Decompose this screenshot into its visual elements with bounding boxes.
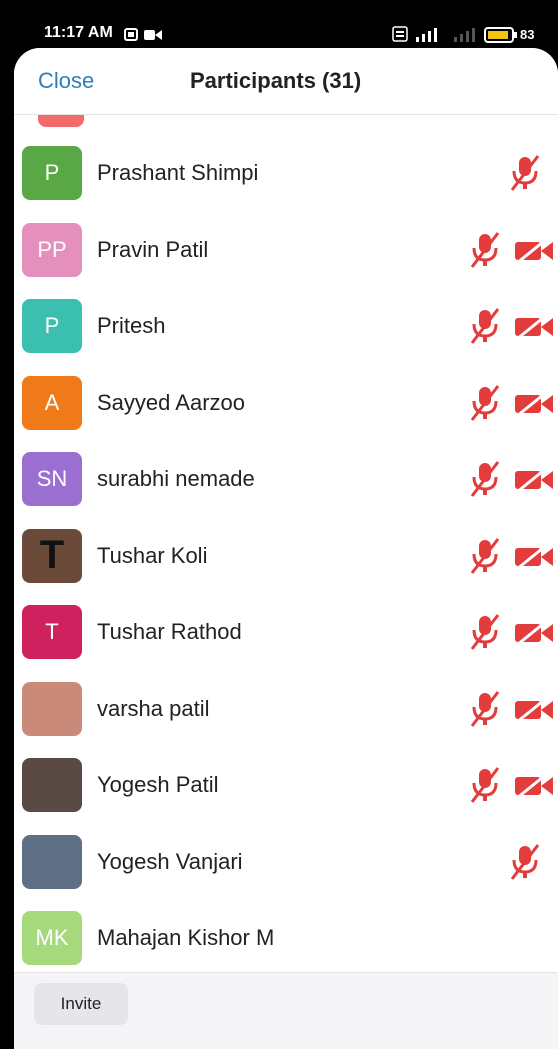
avatar: MK <box>22 911 82 965</box>
participant-name: Pravin Patil <box>97 236 209 262</box>
participant-row[interactable]: T Tushar Koli <box>14 515 558 591</box>
participant-name: Tushar Rathod <box>97 619 242 644</box>
page-title: Participants (31) <box>190 68 362 93</box>
video-off-icon <box>514 465 554 494</box>
avatar: A <box>22 375 82 430</box>
footer: Invite <box>14 972 558 1049</box>
video-off-icon <box>514 542 554 571</box>
video-recorder-icon <box>144 30 162 40</box>
invite-button[interactable]: Invite <box>34 983 128 1025</box>
muted-mic-icon <box>468 537 502 575</box>
avatar <box>22 681 82 736</box>
participant-list[interactable]: P Prashant Shimpi PP Pravin Patil P Pritesh A S… <box>14 115 558 1019</box>
status-time: 11:17 AM <box>44 24 113 41</box>
muted-mic-icon <box>468 766 502 804</box>
status-bar: 11:17 AM 83 <box>0 0 558 52</box>
participant-row[interactable]: varsha patil <box>14 668 558 744</box>
partial-avatar <box>38 115 84 127</box>
avatar: P <box>22 299 82 353</box>
avatar: PP <box>22 222 82 277</box>
avatar: T <box>22 528 82 583</box>
screen-cast-icon <box>124 28 138 41</box>
avatar: SN <box>22 452 82 506</box>
participant-name: Prashant Shimpi <box>97 160 259 185</box>
participant-name: surabhi nemade <box>97 466 255 491</box>
video-off-icon <box>514 618 554 647</box>
muted-mic-icon <box>468 460 502 498</box>
participant-row[interactable]: PP Pravin Patil <box>14 209 558 285</box>
signal-strength-icon <box>416 28 437 42</box>
video-off-icon <box>514 312 554 341</box>
participant-row[interactable]: SN surabhi nemade <box>14 438 558 514</box>
muted-mic-icon <box>468 307 502 345</box>
avatar: P <box>22 146 82 200</box>
muted-mic-icon <box>508 843 542 881</box>
avatar: T <box>22 605 82 659</box>
muted-mic-icon <box>468 384 502 422</box>
close-button[interactable]: Close <box>38 68 94 94</box>
muted-mic-icon <box>468 231 502 269</box>
muted-mic-icon <box>508 154 542 192</box>
participant-row[interactable]: P Prashant Shimpi <box>14 132 558 208</box>
video-off-icon <box>514 695 554 724</box>
participant-row[interactable]: A Sayyed Aarzoo <box>14 362 558 438</box>
participant-row[interactable]: MK Mahajan Kishor M <box>14 897 558 973</box>
participant-row[interactable]: P Pritesh <box>14 285 558 361</box>
avatar <box>22 758 82 812</box>
participants-sheet: Close Participants (31) P Prashant Shimpi… <box>14 48 558 1049</box>
participant-row[interactable]: Yogesh Vanjari <box>14 821 558 897</box>
screen: 11:17 AM 83 Close Participants (31) P Pr… <box>0 0 558 1049</box>
muted-mic-icon <box>468 690 502 728</box>
video-off-icon <box>514 389 554 418</box>
header: Close Participants (31) <box>14 48 558 115</box>
participant-name: Pritesh <box>97 313 166 338</box>
video-off-icon <box>514 236 554 265</box>
battery-level: 83 <box>520 27 535 42</box>
muted-mic-icon <box>468 613 502 651</box>
participant-row[interactable]: T Tushar Rathod <box>14 591 558 667</box>
participant-name: Yogesh Patil <box>97 772 219 797</box>
participant-name: Sayyed Aarzoo <box>97 389 245 415</box>
video-off-icon <box>514 771 554 800</box>
participant-row[interactable]: Yogesh Patil <box>14 744 558 820</box>
participant-name: Yogesh Vanjari <box>97 848 243 874</box>
volte-icon <box>392 26 408 42</box>
avatar <box>22 834 82 889</box>
participant-name: Mahajan Kishor M <box>97 925 275 950</box>
signal-weak-icon <box>454 28 475 42</box>
battery-icon <box>484 27 517 43</box>
participant-name: Tushar Koli <box>97 542 208 568</box>
participant-name: varsha patil <box>97 695 210 721</box>
